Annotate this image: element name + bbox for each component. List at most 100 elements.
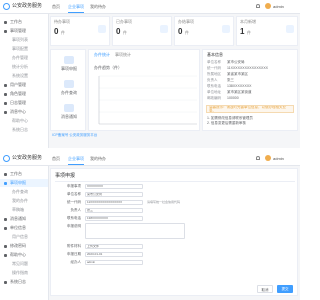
form-row: 单位名称 某市公安局: [55, 191, 295, 198]
sidebar-item[interactable]: 系统设置: [0, 72, 48, 80]
chart-card: 办件统计 事项统计 办件趋势（件）: [88, 49, 200, 131]
sidebar-item-label: 办件管理: [12, 55, 28, 60]
bell-icon[interactable]: [256, 4, 260, 8]
sidebar-item[interactable]: 系统日志: [0, 126, 48, 134]
sidebar-item-label: 操作指南: [12, 270, 28, 275]
sidebar-item[interactable]: 系统日志: [0, 278, 48, 286]
sidebar-item[interactable]: 工作台: [0, 170, 48, 178]
sidebar-item[interactable]: 消息通知: [0, 215, 48, 223]
sidebar-item[interactable]: 工作台: [0, 18, 48, 26]
chart-tab-cases[interactable]: 办件统计: [94, 52, 110, 58]
top-tab-todo[interactable]: 我的待办: [90, 0, 106, 13]
chart-tab-items[interactable]: 事项统计: [115, 52, 131, 58]
chart-plot: [98, 75, 197, 125]
top-tab-home[interactable]: 首页: [52, 0, 60, 13]
info-card: 基本信息 单位名称 某市公安局 统一代码 11XXXXXXXXXXXXXXXX …: [202, 49, 298, 131]
sidebar-item[interactable]: 用户管理: [0, 81, 48, 89]
stat-label: 本月新增: [240, 19, 256, 24]
sidebar-item[interactable]: 我的办件: [0, 197, 48, 205]
top-tab-home[interactable]: 首页: [52, 152, 60, 165]
sidebar-item[interactable]: 统计分析: [0, 63, 48, 71]
top-tab-enterprise[interactable]: 企业事项: [68, 0, 84, 13]
stat-card-done[interactable]: 已办事项 0 件: [112, 16, 172, 46]
sidebar-item[interactable]: 办件查询: [0, 188, 48, 196]
module-query[interactable]: 办件查询: [55, 80, 83, 96]
form-row: 统一代码 11XXXXXXXXXXXXXXXX 请填写统一社会信用代码: [55, 199, 295, 206]
sidebar-item[interactable]: 事项配置: [0, 45, 48, 53]
top-tab-enterprise[interactable]: 企业事项: [68, 152, 84, 165]
field-label: 负责人: [70, 208, 82, 212]
field-label: 统一代码: [67, 200, 81, 204]
user-name[interactable]: admin: [273, 0, 284, 13]
sidebar-item[interactable]: 事项管理: [0, 27, 48, 35]
phone-field[interactable]: 138XXXXXXXX: [85, 216, 143, 221]
sidebar-item[interactable]: 草稿箱: [0, 206, 48, 214]
info-key: 邮政编码: [207, 96, 221, 100]
form-row: 申报事项 XXXXXXXX: [55, 183, 295, 190]
sidebar-item-label: 统计分析: [12, 64, 28, 69]
menu-icon: [4, 244, 7, 248]
form-row: 负责人 张三: [55, 207, 295, 214]
field-label: 附件材料: [67, 244, 81, 248]
leader-field[interactable]: 张三: [85, 208, 143, 213]
top-tab-todo[interactable]: 我的待办: [90, 152, 106, 165]
sidebar-item-label: 我的办件: [12, 198, 28, 203]
date-field[interactable]: 2023-01-01: [85, 252, 143, 257]
sidebar-item[interactable]: 日志管理: [0, 99, 48, 107]
stat-card-month[interactable]: 本月新增 1 件: [236, 16, 298, 46]
form-row: 申报日期 2023-01-01: [55, 251, 295, 258]
form-panel: 公安政务服务 首页 企业事项 我的待办 admin 工作台事项申报办件查询我的办…: [0, 152, 300, 300]
remark-textarea[interactable]: [85, 223, 185, 239]
handler-field[interactable]: admin: [85, 260, 143, 265]
sidebar-item-label: 常见问题: [12, 261, 28, 266]
org-name-field[interactable]: 某市公安局: [85, 192, 143, 197]
sidebar-item[interactable]: 消息中心: [0, 108, 48, 116]
check-icon: [160, 25, 168, 33]
sidebar-item[interactable]: 修改密码: [0, 242, 48, 250]
menu-icon: [4, 29, 7, 33]
menu-icon: [4, 172, 7, 176]
top-bar: 公安政务服务 首页 企业事项 我的待办 admin: [0, 152, 300, 166]
sidebar-item[interactable]: 操作指南: [0, 269, 48, 277]
chart-title: 办件趋势（件）: [94, 65, 122, 70]
sidebar-item[interactable]: 常见问题: [0, 260, 48, 268]
sidebar-item[interactable]: 事项申报: [0, 179, 48, 187]
upload-field[interactable]: 上传文件: [85, 244, 143, 249]
sidebar-item-label: 帮助中心: [10, 252, 26, 257]
top-bar: 公安政务服务 首页 企业事项 我的待办 admin: [0, 0, 300, 14]
bell-icon[interactable]: [256, 156, 260, 160]
item-field[interactable]: XXXXXXXX: [85, 184, 143, 189]
stat-value: 1: [240, 27, 245, 36]
menu-icon: [4, 226, 7, 230]
stat-value: 0: [54, 27, 59, 36]
stat-card-pending[interactable]: 待办事项 0 件: [50, 16, 110, 46]
module-message[interactable]: 消息通知: [55, 104, 83, 120]
sidebar-item[interactable]: 帮助中心: [0, 251, 48, 259]
avatar[interactable]: [265, 3, 271, 9]
field-label: 单位名称: [67, 192, 81, 196]
sidebar-item[interactable]: 帮助中心: [0, 117, 48, 125]
sidebar-item[interactable]: 单位信息: [0, 224, 48, 232]
sidebar-item[interactable]: 事项列表: [0, 36, 48, 44]
field-label: 申报事项: [67, 184, 81, 188]
sidebar-item-label: 系统设置: [12, 73, 28, 78]
module-apply[interactable]: 事项申报: [55, 56, 83, 72]
info-value: 100000: [227, 96, 239, 100]
stat-card-finished[interactable]: 办结事项 0 件: [174, 16, 234, 46]
sidebar-item[interactable]: 用户信息: [0, 233, 48, 241]
menu-icon: [4, 101, 7, 105]
logo-icon: [3, 155, 10, 162]
sidebar-item[interactable]: 办件管理: [0, 54, 48, 62]
field-label: 经办人: [70, 260, 82, 264]
menu-icon: [4, 20, 7, 24]
sidebar-item-label: 系统日志: [12, 127, 28, 132]
footer-link[interactable]: ICP备案号 公安政务服务平台: [52, 133, 97, 138]
credit-code-field[interactable]: 11XXXXXXXXXXXXXXXX: [85, 200, 143, 205]
submit-button[interactable]: 提交: [277, 285, 293, 293]
cancel-button[interactable]: 取消: [257, 285, 273, 293]
avatar[interactable]: [265, 155, 271, 161]
sidebar-item[interactable]: 角色管理: [0, 90, 48, 98]
user-name[interactable]: admin: [273, 152, 284, 165]
sidebar-item-label: 事项申报: [10, 180, 26, 185]
stat-unit: 件: [123, 30, 127, 35]
